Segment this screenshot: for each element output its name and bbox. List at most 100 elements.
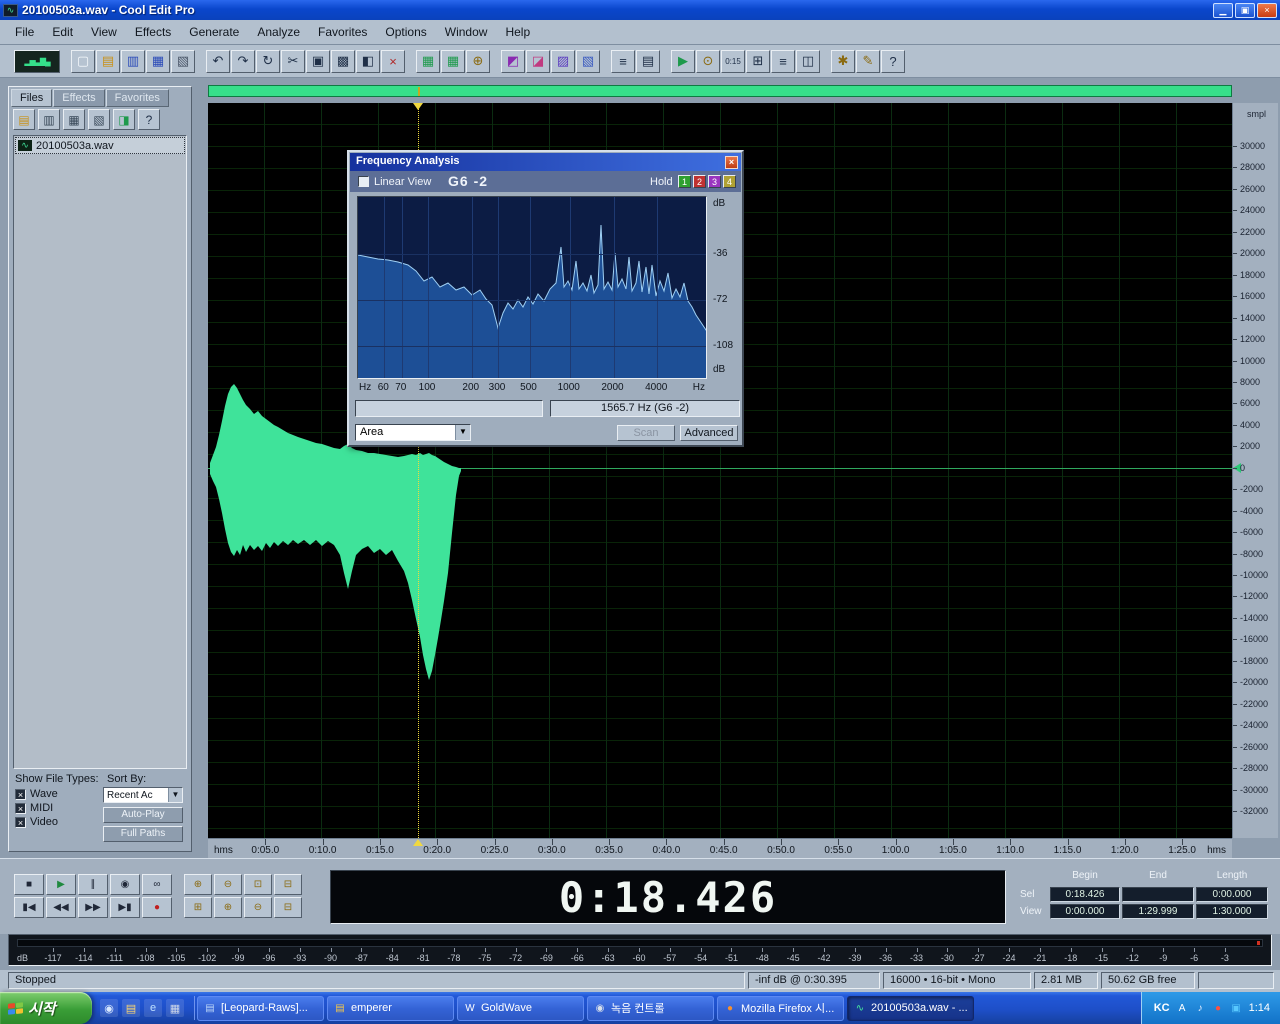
close-button[interactable]: × (1257, 3, 1277, 18)
panel-help-button[interactable]: ? (138, 109, 160, 130)
quick-launch-desktop-icon[interactable]: ▦ (166, 999, 184, 1017)
quick-launch-player-icon[interactable]: ◉ (100, 999, 118, 1017)
edit-pencil-button[interactable]: ✎ (856, 50, 880, 73)
dialog-close-icon[interactable]: × (725, 156, 738, 169)
horizontal-range-bar[interactable] (208, 85, 1232, 97)
selection-view-begin[interactable]: 0:00.000 (1050, 904, 1120, 919)
waveform-view-button[interactable]: ▂▅▃▇▄ (14, 50, 60, 73)
zoom-in-button[interactable]: ⊕ (184, 874, 212, 895)
ime-indicator[interactable]: KC (1154, 1002, 1170, 1014)
amplitude-effect-button[interactable]: ◪ (526, 50, 550, 73)
minimize-button[interactable]: ▁ (1213, 3, 1233, 18)
panel-options-button[interactable]: ◨ (113, 109, 135, 130)
taskbar-task[interactable]: ∿20100503a.wav - ... (847, 996, 974, 1021)
zoom-out-button[interactable]: ⊖ (214, 874, 242, 895)
chevron-down-icon[interactable]: ▼ (168, 788, 182, 802)
zoom-window-button[interactable]: ⊙ (696, 50, 720, 73)
full-paths-button[interactable]: Full Paths (103, 826, 183, 842)
menu-file[interactable]: File (6, 22, 43, 42)
file-properties-button[interactable]: ▧ (171, 50, 195, 73)
restore-button[interactable]: ▣ (1235, 3, 1255, 18)
paste-button[interactable]: ▩ (331, 50, 355, 73)
frequency-analysis-button[interactable]: ▦ (441, 50, 465, 73)
zoom-out-vertical-button[interactable]: ⊖ (244, 897, 272, 918)
help-button[interactable]: ? (881, 50, 905, 73)
fast-forward-button[interactable]: ▶▶ (78, 897, 108, 918)
advanced-button[interactable]: Advanced (680, 425, 738, 441)
menu-edit[interactable]: Edit (43, 22, 82, 42)
phase-analysis-button[interactable]: ⊕ (466, 50, 490, 73)
tray-ime-icon[interactable]: A (1175, 1001, 1190, 1016)
play-cursor-button[interactable]: ▶ (671, 50, 695, 73)
panel-save-file-button[interactable]: ▦ (63, 109, 85, 130)
delay-effect-button[interactable]: ▧ (576, 50, 600, 73)
info-list-button[interactable]: ≡ (771, 50, 795, 73)
open-file-button[interactable]: ▤ (96, 50, 120, 73)
file-list[interactable]: ∿20100503a.wav (13, 135, 187, 769)
redo-button[interactable]: ↷ (231, 50, 255, 73)
filetype-midi[interactable]: ×MIDI (15, 802, 58, 814)
amplitude-ruler[interactable]: smpl 30000280002600024000220002000018000… (1232, 103, 1278, 838)
menu-generate[interactable]: Generate (180, 22, 248, 42)
hold-button-2[interactable]: 2 (693, 175, 706, 188)
start-button[interactable]: 시작 (0, 992, 92, 1024)
spectral-view-button[interactable]: ▦ (416, 50, 440, 73)
frequency-analysis-dialog[interactable]: Frequency Analysis × Linear View G6 -2 H… (347, 150, 744, 447)
tab-files[interactable]: Files (11, 89, 52, 107)
tray-antivirus-icon[interactable]: ● (1211, 1001, 1226, 1016)
repeat-last-command-button[interactable]: ↻ (256, 50, 280, 73)
hold-button-3[interactable]: 3 (708, 175, 721, 188)
taskbar-task[interactable]: ●Mozilla Firefox 시... (717, 996, 844, 1021)
taskbar-task[interactable]: ◉녹음 컨트롤 (587, 996, 714, 1021)
quick-launch-explorer-icon[interactable]: ▤ (122, 999, 140, 1017)
mix-paste-button[interactable]: ◧ (356, 50, 380, 73)
chevron-down-icon[interactable]: ▼ (455, 425, 470, 440)
hold-button-1[interactable]: 1 (678, 175, 691, 188)
spectrum-plot[interactable] (357, 196, 707, 379)
quick-launch-ie-icon[interactable]: e (144, 999, 162, 1017)
tab-favorites[interactable]: Favorites (106, 89, 169, 107)
save-file-button[interactable]: ▥ (121, 50, 145, 73)
multitrack-view-button[interactable]: ≡ (611, 50, 635, 73)
scan-button[interactable]: Scan (617, 425, 675, 441)
file-list-item[interactable]: ∿20100503a.wav (15, 137, 185, 154)
zoom-left-edge-button[interactable]: ⊟ (274, 874, 302, 895)
selection-view-end[interactable]: 1:29.999 (1122, 904, 1194, 919)
undo-button[interactable]: ↶ (206, 50, 230, 73)
tray-volume-icon[interactable]: ♪ (1193, 1001, 1208, 1016)
taskbar-task[interactable]: ▤emperer (327, 996, 454, 1021)
stop-button[interactable]: ■ (14, 874, 44, 895)
time-window-button[interactable]: 0:15 (721, 50, 745, 73)
zoom-selection-button[interactable]: ⊞ (184, 897, 212, 918)
menu-options[interactable]: Options (376, 22, 435, 42)
tab-effects[interactable]: Effects (53, 89, 104, 107)
cue-list-button[interactable]: ▤ (636, 50, 660, 73)
play-button[interactable]: ▶ (46, 874, 76, 895)
cursor-marker-top[interactable] (413, 103, 423, 110)
options-settings-button[interactable]: ✱ (831, 50, 855, 73)
taskbar-task[interactable]: ▤[Leopard-Raws]... (197, 996, 324, 1021)
split-view-button[interactable]: ◫ (796, 50, 820, 73)
zoom-in-vertical-button[interactable]: ⊕ (214, 897, 242, 918)
cue-grid-button[interactable]: ⊞ (746, 50, 770, 73)
play-looped-button[interactable]: ◉ (110, 874, 140, 895)
menu-help[interactable]: Help (496, 22, 539, 42)
go-to-beginning-button[interactable]: ▮◀ (14, 897, 44, 918)
filetype-video[interactable]: ×Video (15, 816, 58, 828)
menu-effects[interactable]: Effects (126, 22, 180, 42)
new-file-button[interactable]: ▢ (71, 50, 95, 73)
panel-open-file-button[interactable]: ▤ (13, 109, 35, 130)
tray-messenger-icon[interactable]: ▣ (1229, 1001, 1244, 1016)
zoom-full-button[interactable]: ⊡ (244, 874, 272, 895)
taskbar-task[interactable]: WGoldWave (457, 996, 584, 1021)
record-button[interactable]: ● (142, 897, 172, 918)
go-to-end-button[interactable]: ▶▮ (110, 897, 140, 918)
cursor-marker-bottom[interactable] (413, 839, 423, 846)
hold-button-4[interactable]: 4 (723, 175, 736, 188)
save-as-button[interactable]: ▦ (146, 50, 170, 73)
timeline-ruler[interactable]: hms hms 0:05.00:10.00:15.00:20.00:25.00:… (208, 838, 1232, 858)
dialog-title-bar[interactable]: Frequency Analysis × (350, 153, 741, 171)
selection-sel-length[interactable]: 0:00.000 (1196, 887, 1268, 902)
linear-view-checkbox[interactable] (358, 176, 369, 187)
filter-effect-button[interactable]: ▨ (551, 50, 575, 73)
